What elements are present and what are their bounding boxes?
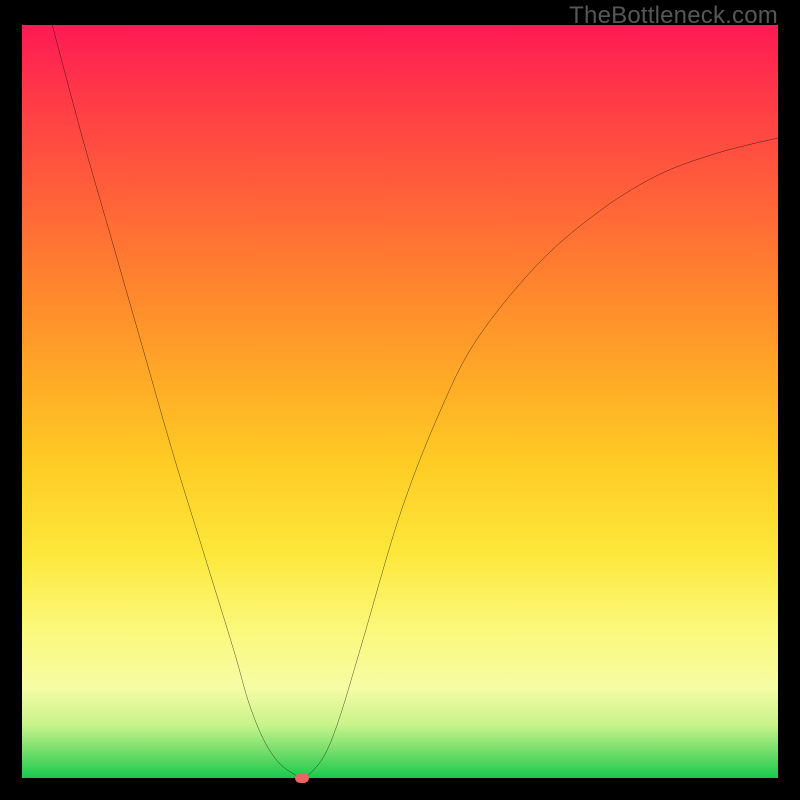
chart-frame: TheBottleneck.com: [0, 0, 800, 800]
bottleneck-curve: [22, 25, 778, 778]
minimum-marker: [295, 773, 309, 783]
plot-area: [22, 25, 778, 778]
curve-path: [52, 25, 778, 778]
